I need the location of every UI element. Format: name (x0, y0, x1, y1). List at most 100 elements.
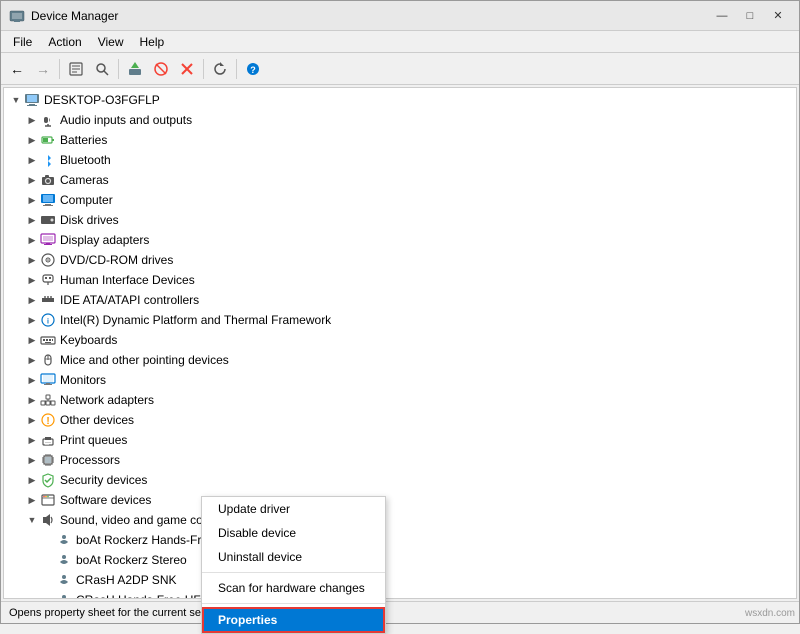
display-toggle[interactable]: ▶ (24, 232, 40, 248)
svg-text:?: ? (250, 65, 256, 75)
tree-item-bluetooth[interactable]: ▶ Bluetooth (4, 150, 796, 170)
disk-toggle[interactable]: ▶ (24, 212, 40, 228)
uninstall-button[interactable] (175, 57, 199, 81)
toolbar-separator-4 (236, 59, 237, 79)
tree-item-software[interactable]: ▶ Software devices (4, 490, 796, 510)
tree-item-dvd[interactable]: ▶ DVD/CD-ROM drives (4, 250, 796, 270)
cameras-icon (40, 172, 56, 188)
computer-toggle[interactable]: ▶ (24, 192, 40, 208)
software-label: Software devices (60, 493, 151, 507)
back-button[interactable]: ← (5, 57, 29, 81)
tree-item-cameras[interactable]: ▶ Cameras (4, 170, 796, 190)
bluetooth-toggle[interactable]: ▶ (24, 152, 40, 168)
security-toggle[interactable]: ▶ (24, 472, 40, 488)
keyboard-toggle[interactable]: ▶ (24, 332, 40, 348)
tree-item-sound-2[interactable]: boAt Rockerz Stereo (4, 550, 796, 570)
maximize-button[interactable]: □ (737, 6, 763, 26)
cameras-toggle[interactable]: ▶ (24, 172, 40, 188)
update-driver-button[interactable] (123, 57, 147, 81)
tree-item-batteries[interactable]: ▶ Batteries (4, 130, 796, 150)
monitors-toggle[interactable]: ▶ (24, 372, 40, 388)
software-toggle[interactable]: ▶ (24, 492, 40, 508)
hid-label: Human Interface Devices (60, 273, 195, 287)
security-icon (40, 472, 56, 488)
mice-toggle[interactable]: ▶ (24, 352, 40, 368)
tree-item-hid[interactable]: ▶ Human Interface Devices (4, 270, 796, 290)
device-tree[interactable]: ▼ DESKTOP-O3FGFLP ▶ Audio inputs and out… (4, 88, 796, 598)
properties-toolbar-button[interactable] (64, 57, 88, 81)
close-button[interactable]: ✕ (765, 6, 791, 26)
refresh-button[interactable] (208, 57, 232, 81)
intel-toggle[interactable]: ▶ (24, 312, 40, 328)
batteries-icon (40, 132, 56, 148)
tree-item-processors[interactable]: ▶ Processors (4, 450, 796, 470)
tree-item-print[interactable]: ▶ Print queues (4, 430, 796, 450)
title-bar: Device Manager — □ ✕ (1, 1, 799, 31)
content-area: ▼ DESKTOP-O3FGFLP ▶ Audio inputs and out… (3, 87, 797, 599)
tree-item-mice[interactable]: ▶ Mice and other pointing devices (4, 350, 796, 370)
network-toggle[interactable]: ▶ (24, 392, 40, 408)
tree-item-audio[interactable]: ▶ Audio inputs and outputs (4, 110, 796, 130)
print-toggle[interactable]: ▶ (24, 432, 40, 448)
watermark: wsxdn.com (745, 608, 795, 619)
tree-item-keyboard[interactable]: ▶ Keyboards (4, 330, 796, 350)
bluetooth-icon (40, 152, 56, 168)
context-disable-device[interactable]: Disable device (202, 521, 385, 545)
menu-help[interactable]: Help (132, 33, 173, 51)
menu-view[interactable]: View (90, 33, 132, 51)
cameras-label: Cameras (60, 173, 109, 187)
root-toggle[interactable]: ▼ (8, 92, 24, 108)
svg-text:!: ! (46, 416, 49, 427)
tree-item-intel[interactable]: ▶ i Intel(R) Dynamic Platform and Therma… (4, 310, 796, 330)
tree-item-monitors[interactable]: ▶ Monitors (4, 370, 796, 390)
intel-label: Intel(R) Dynamic Platform and Thermal Fr… (60, 313, 331, 327)
processors-toggle[interactable]: ▶ (24, 452, 40, 468)
mice-icon (40, 352, 56, 368)
root-label: DESKTOP-O3FGFLP (44, 93, 160, 107)
context-menu: Update driver Disable device Uninstall d… (201, 496, 386, 634)
svg-text:i: i (47, 319, 49, 326)
context-update-driver[interactable]: Update driver (202, 497, 385, 521)
sound-toggle[interactable]: ▼ (24, 512, 40, 528)
dvd-label: DVD/CD-ROM drives (60, 253, 173, 267)
dvd-toggle[interactable]: ▶ (24, 252, 40, 268)
monitors-label: Monitors (60, 373, 106, 387)
ide-toggle[interactable]: ▶ (24, 292, 40, 308)
scan-toolbar-button[interactable] (90, 57, 114, 81)
context-uninstall-device[interactable]: Uninstall device (202, 545, 385, 569)
tree-item-sound-4[interactable]: CRasH Hands-Free HF Audio (4, 590, 796, 598)
disable-button[interactable] (149, 57, 173, 81)
other-label: Other devices (60, 413, 134, 427)
tree-item-other[interactable]: ▶ ! Other devices (4, 410, 796, 430)
tree-item-display[interactable]: ▶ Display adapters (4, 230, 796, 250)
root-icon (24, 92, 40, 108)
menu-action[interactable]: Action (40, 33, 89, 51)
tree-item-sound-3[interactable]: CRasH A2DP SNK (4, 570, 796, 590)
print-icon (40, 432, 56, 448)
tree-item-disk[interactable]: ▶ Disk drives (4, 210, 796, 230)
tree-item-sound[interactable]: ▼ Sound, video and game controllers (4, 510, 796, 530)
hid-toggle[interactable]: ▶ (24, 272, 40, 288)
menu-file[interactable]: File (5, 33, 40, 51)
tree-item-security[interactable]: ▶ Security devices (4, 470, 796, 490)
toolbar-separator-2 (118, 59, 119, 79)
batteries-toggle[interactable]: ▶ (24, 132, 40, 148)
help-button[interactable]: ? (241, 57, 265, 81)
tree-item-network[interactable]: ▶ Network adapters (4, 390, 796, 410)
audio-toggle[interactable]: ▶ (24, 112, 40, 128)
window-title: Device Manager (31, 9, 709, 23)
other-toggle[interactable]: ▶ (24, 412, 40, 428)
window-icon (9, 8, 25, 24)
context-properties[interactable]: Properties (202, 607, 385, 633)
forward-button[interactable]: → (31, 57, 55, 81)
intel-icon: i (40, 312, 56, 328)
context-scan-hardware[interactable]: Scan for hardware changes (202, 576, 385, 600)
tree-item-sound-1[interactable]: boAt Rockerz Hands-Free AG Audio (4, 530, 796, 550)
tree-item-computer[interactable]: ▶ Computer (4, 190, 796, 210)
minimize-button[interactable]: — (709, 6, 735, 26)
dvd-icon (40, 252, 56, 268)
tree-root[interactable]: ▼ DESKTOP-O3FGFLP (4, 90, 796, 110)
toolbar-separator-1 (59, 59, 60, 79)
tree-item-ide[interactable]: ▶ IDE ATA/ATAPI controllers (4, 290, 796, 310)
security-label: Security devices (60, 473, 147, 487)
